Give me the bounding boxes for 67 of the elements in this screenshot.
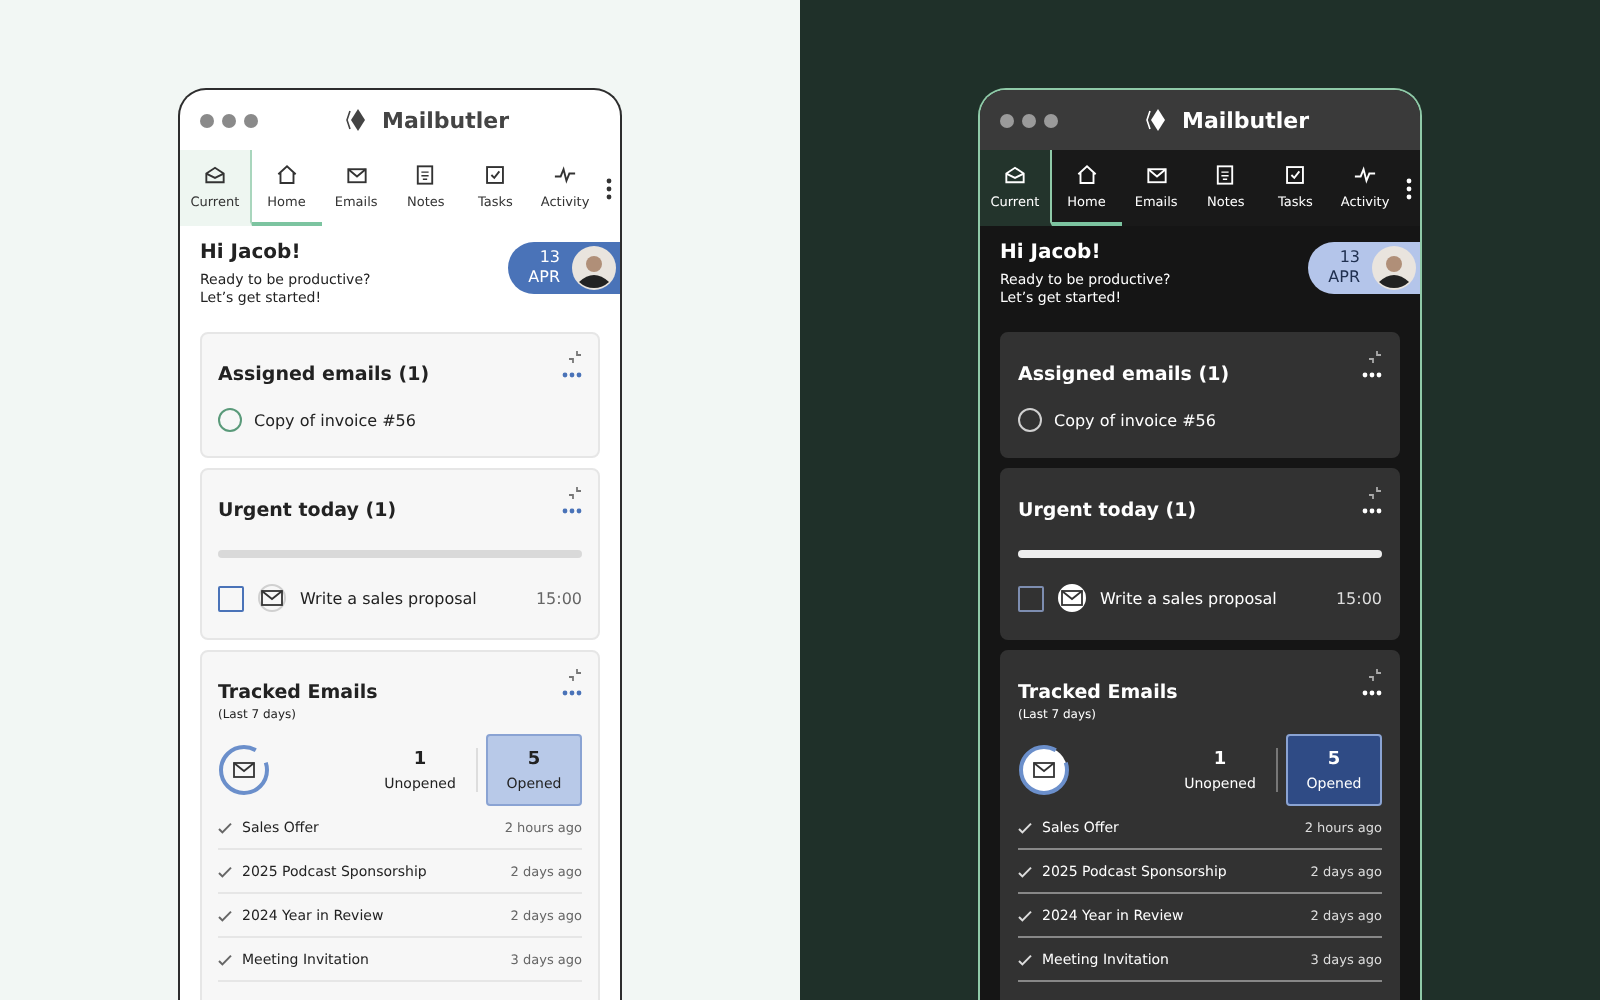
activity-icon: [1352, 162, 1379, 188]
greeting-title: Hi Jacob!: [200, 242, 303, 264]
radio-button[interactable]: [218, 408, 242, 432]
inbox-icon: [1001, 162, 1028, 188]
card-title: Tracked Emails: [1018, 682, 1178, 704]
more-icon[interactable]: [1362, 508, 1382, 514]
task-checkbox[interactable]: [1018, 585, 1044, 611]
check-icon: [1018, 821, 1032, 833]
task-time: 15:00: [1335, 589, 1382, 607]
more-icon[interactable]: [1362, 690, 1382, 696]
check-icon: [1018, 953, 1032, 965]
more-icon[interactable]: [1362, 372, 1382, 378]
card-title: Assigned emails (1): [1018, 364, 1230, 386]
app-title: Mailbutler: [1182, 107, 1310, 133]
date-month: APR: [1328, 268, 1360, 288]
date-day: 13: [528, 248, 560, 268]
check-icon: [218, 953, 232, 965]
envelope-icon: [1056, 582, 1088, 614]
collapse-icon[interactable]: [568, 668, 582, 682]
stat-value: 5: [1327, 749, 1341, 769]
envelope-icon: [343, 162, 370, 188]
card-title: Urgent today (1): [1018, 500, 1197, 522]
check-icon: [218, 909, 232, 921]
envelope-icon: [218, 744, 270, 796]
date-day: 13: [1328, 248, 1360, 268]
stat-value: 1: [413, 749, 427, 769]
task-title[interactable]: Write a sales proposal: [300, 589, 477, 607]
stat-value: 5: [527, 749, 541, 769]
check-icon: [218, 865, 232, 877]
collapse-icon[interactable]: [568, 486, 582, 500]
collapse-icon[interactable]: [1368, 486, 1382, 500]
logo-icon: [346, 108, 370, 132]
inbox-icon: [201, 162, 228, 188]
envelope-icon: [1143, 162, 1170, 188]
avatar[interactable]: [1372, 246, 1416, 290]
note-icon: [412, 162, 439, 188]
task-time: 15:00: [535, 589, 582, 607]
card-title: Urgent today (1): [218, 500, 397, 522]
collapse-icon[interactable]: [1368, 668, 1382, 682]
stat-value: 1: [1213, 749, 1227, 769]
check-icon: [218, 821, 232, 833]
home-icon: [1073, 162, 1100, 188]
email-title[interactable]: Copy of invoice #56: [254, 411, 416, 429]
task-checkbox[interactable]: [218, 585, 244, 611]
greeting-title: Hi Jacob!: [1000, 242, 1103, 264]
envelope-icon: [1018, 744, 1070, 796]
date-month: APR: [528, 268, 560, 288]
checkbox-icon: [1282, 162, 1309, 188]
checkbox-icon: [482, 162, 509, 188]
email-title[interactable]: Copy of invoice #56: [1054, 411, 1216, 429]
more-icon[interactable]: [606, 177, 613, 199]
collapse-icon[interactable]: [1368, 350, 1382, 364]
card-title: Tracked Emails: [218, 682, 378, 704]
radio-button[interactable]: [1018, 408, 1042, 432]
home-icon: [273, 162, 300, 188]
check-icon: [1018, 909, 1032, 921]
activity-icon: [552, 162, 579, 188]
check-icon: [1018, 865, 1032, 877]
note-icon: [1212, 162, 1239, 188]
card-title: Assigned emails (1): [218, 364, 430, 386]
envelope-icon: [256, 582, 288, 614]
more-icon[interactable]: [1406, 177, 1413, 199]
avatar[interactable]: [572, 246, 616, 290]
app-title: Mailbutler: [382, 107, 510, 133]
collapse-icon[interactable]: [568, 350, 582, 364]
task-title[interactable]: Write a sales proposal: [1100, 589, 1277, 607]
logo-icon: [1146, 108, 1170, 132]
